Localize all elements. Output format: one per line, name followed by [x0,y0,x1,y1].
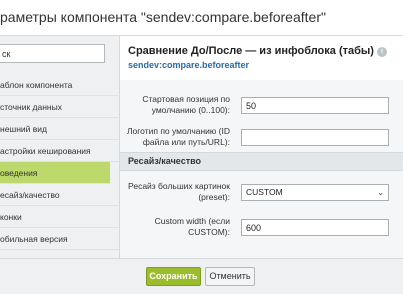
resize-preset-select[interactable]: CUSTOM ⌄ [241,184,389,201]
info-icon[interactable]: i [377,47,387,57]
search-input[interactable] [0,44,105,63]
resize-preset-value: CUSTOM [246,187,283,197]
settings-sidebar: аблон компонента сточник данных нешний в… [0,36,120,258]
start-position-input[interactable] [241,97,389,114]
custom-width-label: Custom width (если CUSTOM): [154,216,230,237]
sidebar-nav: аблон компонента сточник данных нешний в… [0,74,120,250]
logo-label: Логотип по умолчанию (ID файла или путь/… [126,126,230,147]
sidebar-item-cache-settings[interactable]: астройки кеширования [0,140,120,162]
save-button[interactable]: Сохранить [146,267,201,286]
sidebar-item-behavior[interactable]: оведения [0,162,110,184]
dialog-titlebar: раметры компонента "sendev:compare.befor… [0,0,403,36]
sidebar-item-template[interactable]: аблон компонента [0,74,120,96]
sidebar-item-mobile-version[interactable]: обильная версия [0,228,120,250]
sidebar-item-appearance[interactable]: нешний вид [0,118,120,140]
settings-form: Стартовая позиция по умолчанию (0..100):… [120,80,403,258]
component-code: sendev:compare.beforeafter [128,60,250,70]
chevron-down-icon: ⌄ [377,188,384,197]
logo-input[interactable] [241,129,389,146]
dialog-footer: Сохранить Отменить [0,258,403,294]
component-heading: Сравнение До/После — из инфоблока (табы) [128,45,374,57]
sidebar-item-resize-quality[interactable]: есайз/качество [0,184,120,206]
resize-section-heading: Ресайз/качество [120,152,403,171]
component-header: Сравнение До/После — из инфоблока (табы)… [128,45,398,70]
custom-width-input[interactable] [241,219,389,236]
cancel-button[interactable]: Отменить [205,267,255,286]
sidebar-item-icons[interactable]: конки [0,206,120,228]
resize-large-label: Ресайз больших картинок (preset): [128,181,230,202]
sidebar-item-data-source[interactable]: сточник данных [0,96,120,118]
start-position-label: Стартовая позиция по умолчанию (0..100): [142,94,230,115]
dialog-title: раметры компонента "sendev:compare.befor… [0,9,326,25]
